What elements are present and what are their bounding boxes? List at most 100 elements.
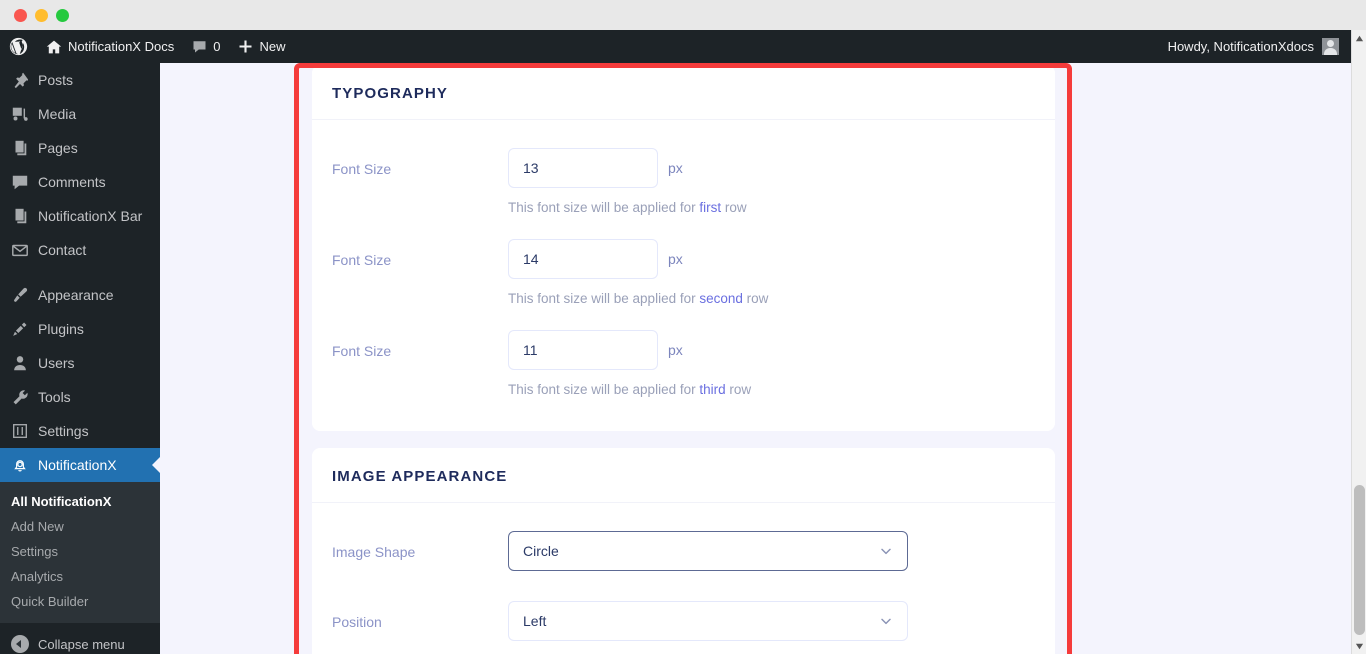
notificationx-submenu: All NotificationX Add New Settings Analy… bbox=[0, 482, 160, 623]
font-size-input-first[interactable] bbox=[508, 148, 658, 188]
sidebar-item-settings[interactable]: Settings bbox=[0, 414, 160, 448]
font-size-unit: px bbox=[668, 342, 683, 358]
helper-text-post: row bbox=[725, 382, 752, 397]
image-appearance-card-body: Image Shape Circle Position Left bbox=[312, 503, 1055, 654]
image-shape-select[interactable]: Circle bbox=[508, 531, 908, 571]
scrollbar-up-arrow[interactable] bbox=[1352, 30, 1366, 46]
settings-panels: TYPOGRAPHY Font Size px This font size w… bbox=[312, 65, 1055, 654]
font-size-helper-second: This font size will be applied for secon… bbox=[508, 291, 1035, 306]
scrollbar-thumb[interactable] bbox=[1354, 485, 1365, 635]
helper-text-pre: This font size will be applied for bbox=[508, 291, 700, 306]
font-size-input-line: px bbox=[508, 239, 1035, 279]
sidebar-item-appearance[interactable]: Appearance bbox=[0, 278, 160, 312]
new-content-menu[interactable]: New bbox=[229, 30, 294, 63]
helper-text-post: row bbox=[721, 200, 747, 215]
submenu-item-label: Quick Builder bbox=[11, 594, 89, 609]
admin-sidebar-menu: Posts Media Pages Comments NotificationX… bbox=[0, 63, 160, 654]
sidebar-item-label: Posts bbox=[38, 72, 74, 88]
position-selected-value: Left bbox=[523, 613, 547, 629]
image-shape-label: Image Shape bbox=[332, 544, 416, 560]
submenu-item-analytics[interactable]: Analytics bbox=[0, 564, 160, 589]
font-size-row-second: Font Size px This font size will be appl… bbox=[332, 229, 1035, 320]
site-name-menu[interactable]: NotificationX Docs bbox=[37, 30, 183, 63]
submenu-item-label: All NotificationX bbox=[11, 494, 112, 509]
scrollbar-down-arrow[interactable] bbox=[1352, 638, 1366, 654]
font-size-unit: px bbox=[668, 160, 683, 176]
position-label: Position bbox=[332, 614, 382, 630]
image-appearance-card: IMAGE APPEARANCE Image Shape Circle Posi… bbox=[312, 448, 1055, 654]
font-size-input-second[interactable] bbox=[508, 239, 658, 279]
comments-menu[interactable]: 0 bbox=[183, 30, 229, 63]
media-icon bbox=[11, 105, 29, 123]
notificationx-bell-icon bbox=[11, 456, 29, 474]
pages-icon bbox=[11, 207, 29, 225]
sidebar-item-media[interactable]: Media bbox=[0, 97, 160, 131]
image-shape-row: Image Shape Circle bbox=[332, 521, 1035, 571]
font-size-input-line: px bbox=[508, 330, 1035, 370]
page-scrollbar[interactable] bbox=[1351, 30, 1366, 654]
sidebar-item-comments[interactable]: Comments bbox=[0, 165, 160, 199]
sidebar-item-tools[interactable]: Tools bbox=[0, 380, 160, 414]
helper-text-highlight: second bbox=[699, 291, 743, 306]
font-size-label: Font Size bbox=[332, 161, 392, 177]
sliders-icon bbox=[11, 422, 29, 440]
sidebar-item-notificationx-bar[interactable]: NotificationX Bar bbox=[0, 199, 160, 233]
my-account-menu[interactable]: Howdy, NotificationXdocs bbox=[1168, 38, 1351, 55]
position-select[interactable]: Left bbox=[508, 601, 908, 641]
helper-text-highlight: first bbox=[699, 200, 722, 215]
window-close-button[interactable] bbox=[14, 8, 27, 22]
avatar bbox=[1322, 38, 1339, 55]
sidebar-item-label: Tools bbox=[38, 389, 71, 405]
submenu-item-settings[interactable]: Settings bbox=[0, 539, 160, 564]
window-titlebar bbox=[0, 0, 1366, 30]
font-size-row-third: Font Size px This font size will be appl… bbox=[332, 320, 1035, 411]
submenu-item-label: Add New bbox=[11, 519, 64, 534]
image-shape-selected-value: Circle bbox=[523, 543, 559, 559]
window-maximize-button[interactable] bbox=[56, 8, 69, 22]
typography-card: TYPOGRAPHY Font Size px This font size w… bbox=[312, 65, 1055, 431]
submenu-item-add-new[interactable]: Add New bbox=[0, 514, 160, 539]
sidebar-item-pages[interactable]: Pages bbox=[0, 131, 160, 165]
font-size-helper-third: This font size will be applied for third… bbox=[508, 382, 1035, 397]
sidebar-item-label: Appearance bbox=[38, 287, 114, 303]
image-appearance-card-header: IMAGE APPEARANCE bbox=[312, 448, 1055, 503]
sidebar-item-label: Plugins bbox=[38, 321, 84, 337]
sidebar-item-contact[interactable]: Contact bbox=[0, 233, 160, 267]
font-size-label: Font Size bbox=[332, 343, 392, 359]
sidebar-item-plugins[interactable]: Plugins bbox=[0, 312, 160, 346]
collapse-menu-button[interactable]: Collapse menu bbox=[0, 627, 160, 654]
sidebar-item-posts[interactable]: Posts bbox=[0, 63, 160, 97]
wordpress-logo-icon bbox=[9, 37, 28, 56]
window-minimize-button[interactable] bbox=[35, 8, 48, 22]
submenu-item-quick-builder[interactable]: Quick Builder bbox=[0, 589, 160, 614]
sidebar-item-label: Users bbox=[38, 355, 75, 371]
helper-text-pre: This font size will be applied for bbox=[508, 382, 700, 397]
helper-text-highlight: third bbox=[699, 382, 726, 397]
wp-admin-bar: NotificationX Docs 0 New Howdy, Notifica… bbox=[0, 30, 1351, 63]
font-size-row-first: Font Size px This font size will be appl… bbox=[332, 138, 1035, 229]
comment-bubble-icon bbox=[11, 173, 29, 191]
font-size-control: px This font size will be applied for fi… bbox=[508, 148, 1035, 229]
collapse-arrow-icon bbox=[11, 635, 29, 653]
sidebar-item-label: NotificationX Bar bbox=[38, 208, 143, 224]
sidebar-item-label: NotificationX bbox=[38, 457, 117, 473]
font-size-input-third[interactable] bbox=[508, 330, 658, 370]
plug-icon bbox=[11, 320, 29, 338]
envelope-icon bbox=[11, 241, 29, 259]
position-select-wrap: Left bbox=[508, 601, 908, 641]
helper-text-post: row bbox=[742, 291, 769, 306]
font-size-input-line: px bbox=[508, 148, 1035, 188]
image-appearance-title: IMAGE APPEARANCE bbox=[332, 468, 508, 485]
position-control: Left bbox=[508, 601, 1035, 641]
sidebar-item-users[interactable]: Users bbox=[0, 346, 160, 380]
image-shape-control: Circle bbox=[508, 531, 1035, 571]
wp-logo-menu[interactable] bbox=[0, 30, 37, 63]
sidebar-item-notificationx[interactable]: NotificationX bbox=[0, 448, 160, 482]
new-content-label: New bbox=[259, 39, 286, 54]
sidebar-item-label: Pages bbox=[38, 140, 78, 156]
font-size-label: Font Size bbox=[332, 252, 392, 268]
home-icon bbox=[46, 39, 62, 55]
paintbrush-icon bbox=[11, 286, 29, 304]
helper-text-pre: This font size will be applied for bbox=[508, 200, 700, 215]
submenu-item-all-notificationx[interactable]: All NotificationX bbox=[0, 489, 160, 514]
